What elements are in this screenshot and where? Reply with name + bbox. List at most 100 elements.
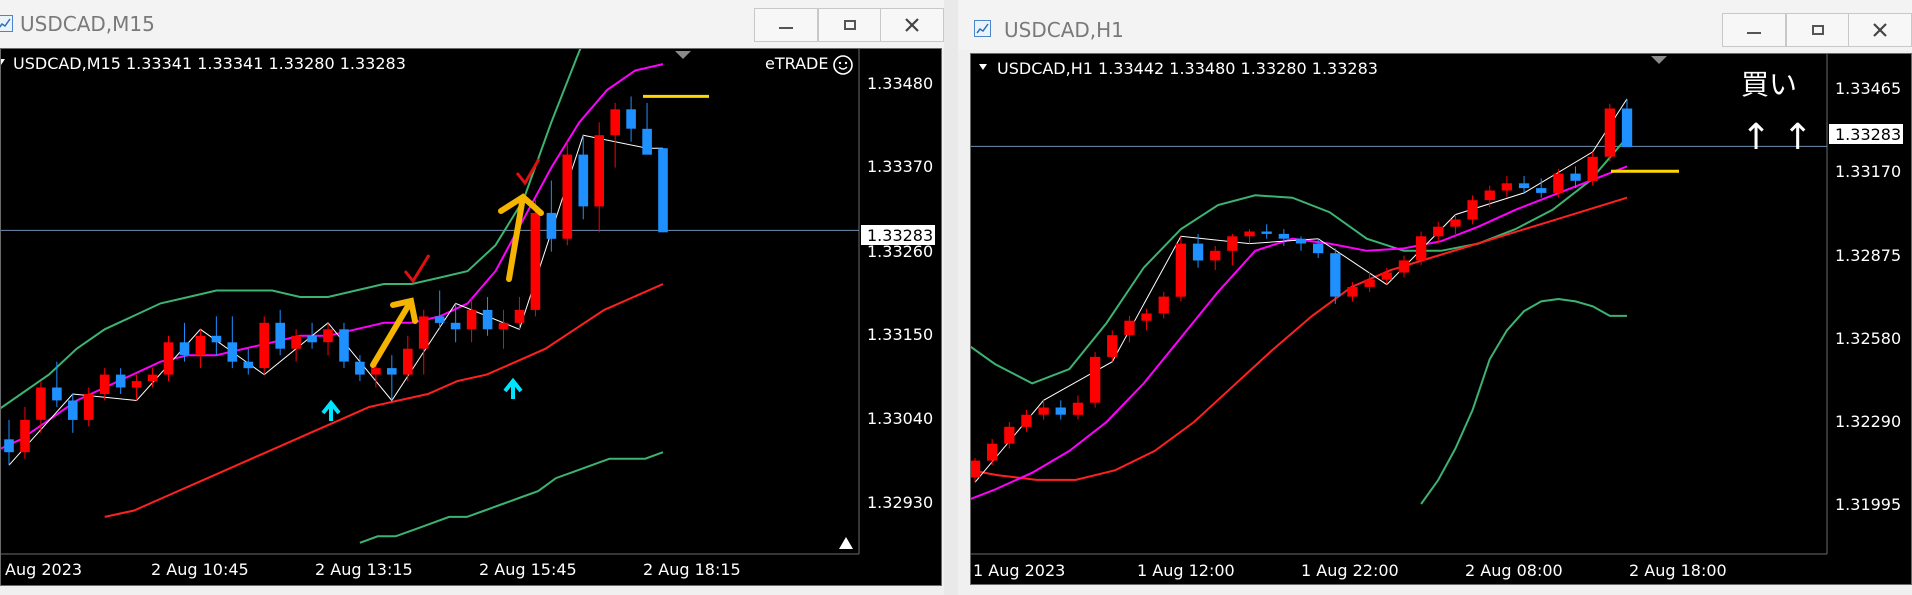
candle-body: [1175, 243, 1186, 297]
candle-body: [1158, 296, 1169, 314]
check-mark: [515, 158, 541, 186]
candle-body: [115, 374, 126, 388]
price-tick-label: 1.32875: [1835, 246, 1901, 265]
candle-body: [1210, 250, 1221, 261]
candle-body: [291, 335, 301, 349]
maximize-button[interactable]: [1786, 13, 1850, 47]
candle-body: [403, 348, 413, 375]
candle-body: [307, 335, 317, 343]
candle-body: [36, 387, 46, 420]
candle-body: [1364, 279, 1375, 287]
time-tick-label: 1 Aug 22:00: [1301, 561, 1399, 580]
right-plot-area: [971, 98, 1827, 505]
candle-body: [546, 212, 557, 239]
window-gap: [944, 0, 958, 595]
candle-body: [578, 154, 589, 207]
candle-body: [259, 322, 269, 369]
candle-body: [1450, 219, 1461, 227]
candle-body: [1587, 156, 1598, 181]
candle-body: [610, 109, 620, 136]
candle-body: [450, 322, 461, 330]
maximize-icon: [1812, 25, 1824, 35]
candle-body: [1141, 313, 1152, 321]
bollinger-upper-line: [971, 136, 1628, 385]
left-chart-window[interactable]: USDCAD,M15 USDCAD,M15 1.33341 1.33341 1.…: [0, 0, 944, 595]
right-window-title: USDCAD,H1: [1004, 18, 1124, 42]
price-tick-label: 1.32290: [1835, 412, 1901, 431]
right-time-axis: 1 Aug 2023 1 Aug 12:00 1 Aug 22:00 2 Aug…: [973, 561, 1727, 580]
maximize-button[interactable]: [818, 8, 882, 42]
candle-body: [1484, 190, 1495, 201]
price-tick-label: 1.33465: [1835, 79, 1901, 98]
close-icon: [905, 18, 919, 32]
left-chart-area[interactable]: USDCAD,M15 1.33341 1.33341 1.33280 1.332…: [0, 48, 942, 586]
right-chart-canvas[interactable]: USDCAD,H1 1.33442 1.33480 1.33280 1.3328…: [971, 54, 1911, 584]
candle-body: [434, 316, 445, 323]
candle-body: [179, 342, 190, 356]
price-tick-label: 1.31995: [1835, 495, 1901, 514]
candle-body: [1278, 233, 1289, 239]
candle-body: [498, 322, 509, 330]
minimize-icon: [1747, 32, 1761, 34]
candle-body: [1433, 226, 1444, 237]
candle-body: [514, 309, 525, 323]
left-window-titlebar[interactable]: USDCAD,M15: [0, 0, 944, 50]
candle-body: [1330, 253, 1341, 297]
close-icon: [1873, 23, 1887, 37]
right-chart-area[interactable]: USDCAD,H1 1.33442 1.33480 1.33280 1.3328…: [970, 53, 1912, 585]
left-chart-canvas[interactable]: USDCAD,M15 1.33341 1.33341 1.33280 1.332…: [1, 49, 941, 585]
candle-body: [1501, 183, 1512, 191]
price-tick-label: 1.32930: [867, 493, 933, 512]
scroll-end-triangle[interactable]: [839, 537, 853, 549]
close-button[interactable]: [880, 8, 944, 42]
candle-body: [52, 387, 62, 401]
candle-body: [4, 439, 14, 453]
close-button[interactable]: [1848, 13, 1912, 47]
candle-body: [1570, 173, 1581, 181]
up-arrows-annotation: ↑ ↑: [1741, 117, 1813, 158]
candle-body: [482, 309, 493, 330]
candle-body: [1244, 231, 1255, 237]
current-price-label: 1.33283: [867, 226, 933, 245]
candle-body: [1604, 108, 1615, 157]
check-mark: [403, 254, 431, 284]
time-tick-label: 1 Aug 2023: [973, 561, 1065, 580]
candle-body: [1621, 108, 1633, 148]
candle-body: [1347, 287, 1358, 297]
left-plot-area: [1, 49, 859, 544]
chart-shift-marker[interactable]: [1651, 56, 1667, 64]
candle-body: [323, 329, 333, 343]
right-chart-window[interactable]: USDCAD,H1 USDCAD,H1 1.33442 1.33480 1.33…: [958, 0, 1912, 595]
candle-body: [84, 394, 94, 420]
candle-body: [243, 361, 254, 369]
buy-annotation: 買い: [1741, 68, 1797, 101]
buy-signal-arrow: [503, 377, 523, 399]
candle-body: [1416, 236, 1427, 261]
candle-body: [1553, 173, 1564, 193]
minimize-button[interactable]: [754, 8, 818, 42]
minimize-button[interactable]: [1722, 13, 1786, 47]
chart-shift-marker[interactable]: [675, 51, 691, 59]
chart-window-icon: [0, 15, 13, 32]
candle-body: [387, 368, 397, 375]
left-price-axis: 1.33480 1.33370 1.33260 1.33150 1.33040 …: [867, 74, 933, 512]
header-dropdown-icon[interactable]: [979, 64, 987, 70]
price-tick-label: 1.33040: [867, 409, 933, 428]
right-window-titlebar[interactable]: USDCAD,H1: [958, 0, 1912, 50]
time-tick-label: 2 Aug 10:45: [151, 560, 249, 579]
candle-body: [1261, 231, 1272, 234]
header-dropdown-icon[interactable]: [1, 59, 5, 65]
buy-signal-arrow: [321, 399, 341, 421]
time-tick-label: 2 Aug 15:45: [479, 560, 577, 579]
left-time-axis: Aug 2023 2 Aug 10:45 2 Aug 13:15 2 Aug 1…: [5, 560, 741, 579]
candle-body: [1004, 426, 1015, 444]
candle-body: [466, 309, 477, 330]
candle-body: [1295, 238, 1307, 244]
candle-body: [1398, 260, 1410, 273]
price-tick-label: 1.33170: [1835, 162, 1901, 181]
price-tick-label: 1.32580: [1835, 329, 1901, 348]
bollinger-lower-line: [1420, 297, 1627, 505]
time-tick-label: 2 Aug 08:00: [1465, 561, 1563, 580]
candle-body: [1038, 407, 1049, 415]
candle-body: [355, 361, 365, 375]
